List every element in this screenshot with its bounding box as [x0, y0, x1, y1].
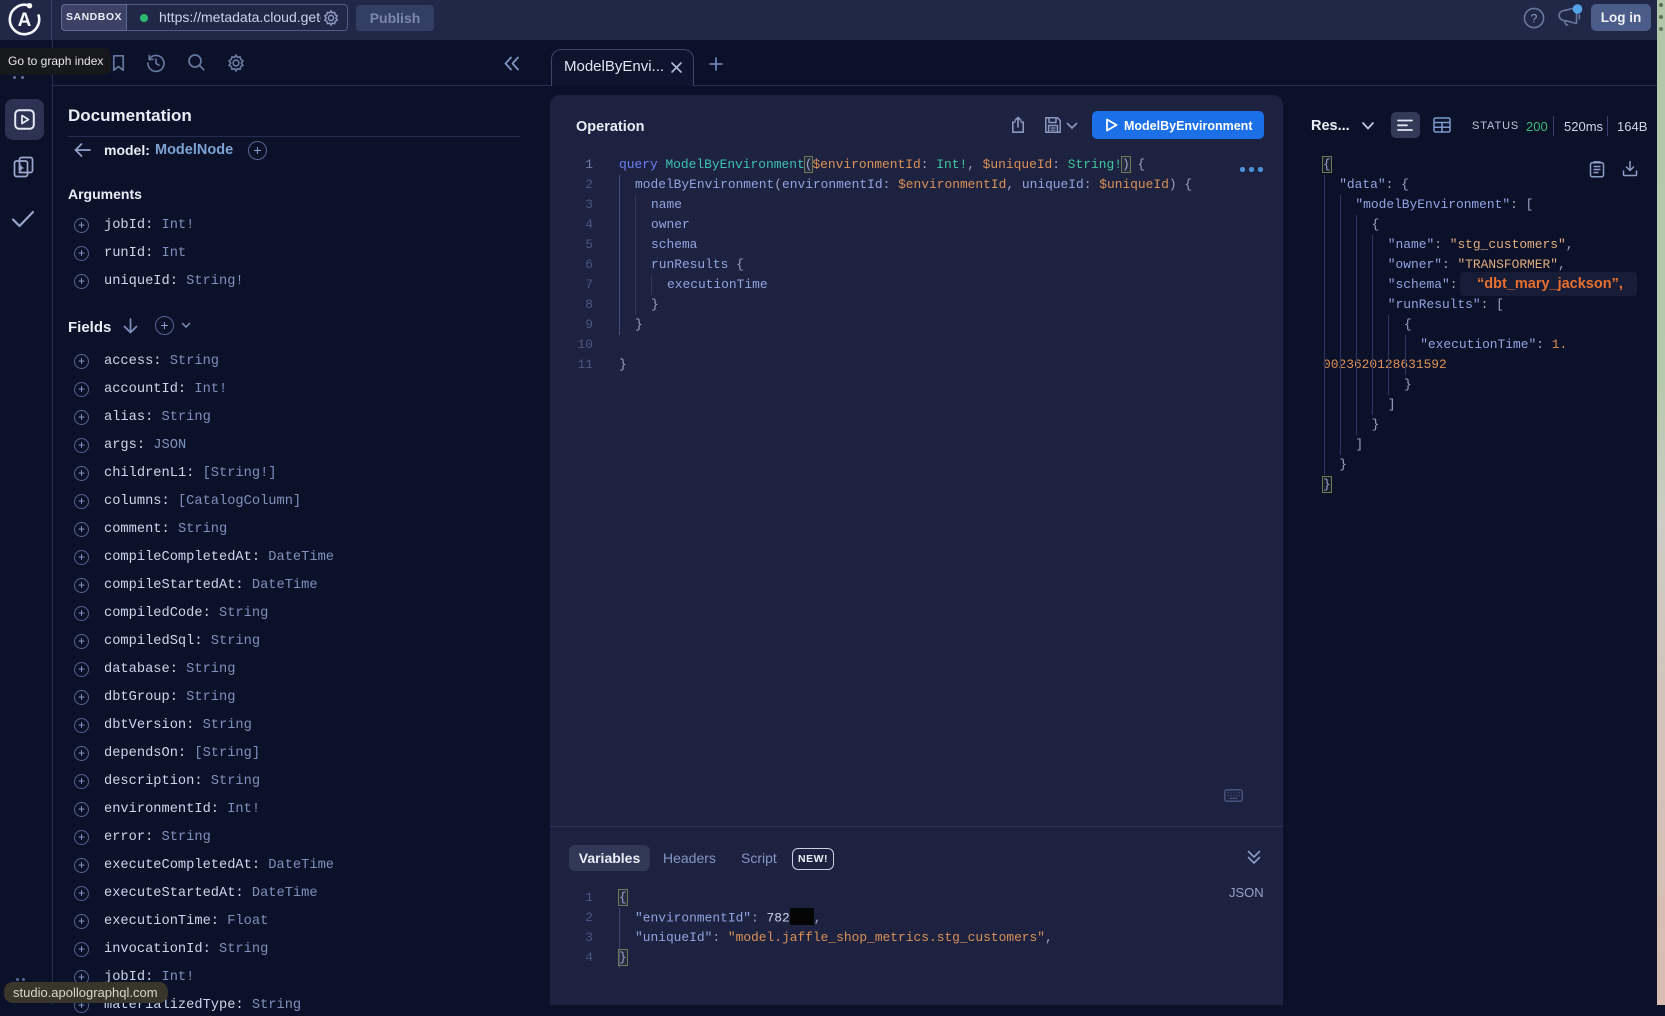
- svg-text:?: ?: [1531, 12, 1538, 26]
- svg-text:A: A: [18, 10, 32, 31]
